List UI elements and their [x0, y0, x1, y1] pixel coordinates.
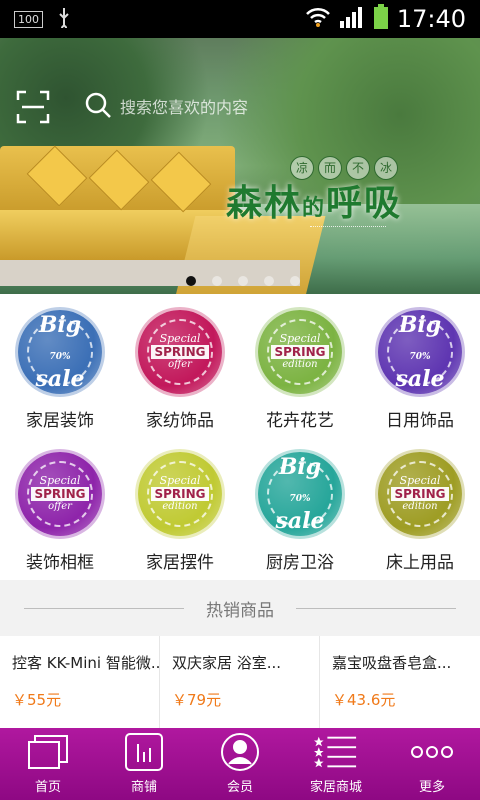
tab-more[interactable]: 更多	[384, 728, 480, 800]
category-item[interactable]: Big 70% sale 家居装饰	[0, 294, 120, 436]
category-label: 家居装饰	[26, 411, 94, 431]
tab-label: 会员	[226, 780, 253, 795]
category-label: 家居摆件	[146, 553, 214, 573]
status-clock: 17:40	[396, 5, 466, 33]
category-item[interactable]: Special SPRING edition 床上用品	[360, 436, 480, 580]
category-label: 装饰相框	[26, 553, 94, 573]
banner-slogan: 森林的呼吸	[226, 183, 403, 224]
status-bar: 100 17:40	[0, 0, 480, 38]
pager-dot[interactable]	[264, 276, 274, 286]
tab-home-mall[interactable]: 家居商城	[288, 728, 384, 800]
member-icon	[218, 732, 262, 772]
product-name: 双庆家居 浴室...	[172, 654, 282, 672]
category-item[interactable]: Big 70% sale 厨房卫浴	[240, 436, 360, 580]
tab-member[interactable]: 会员	[192, 728, 288, 800]
category-label: 厨房卫浴	[266, 553, 334, 573]
category-label: 床上用品	[386, 553, 454, 573]
category-item[interactable]: Special SPRING offer 装饰相框	[0, 436, 120, 580]
search-icon[interactable]	[84, 91, 112, 123]
category-badge-icon: Special SPRING edition	[138, 452, 222, 536]
list-icon	[314, 732, 358, 772]
category-badge-icon: Special SPRING edition	[378, 452, 462, 536]
category-badge-icon: Big 70% sale	[258, 452, 342, 536]
search-input[interactable]	[120, 97, 300, 117]
tab-home[interactable]: 首页	[0, 728, 96, 800]
product-name: 控客 KK-Mini 智能微...	[12, 654, 160, 672]
product-list: 控客 KK-Mini 智能微... ￥55元 双庆家居 浴室... ￥79元 嘉…	[0, 636, 480, 728]
more-icon	[410, 732, 454, 772]
banner-pager[interactable]	[186, 276, 300, 286]
product-card[interactable]: 控客 KK-Mini 智能微... ￥55元	[0, 636, 160, 728]
section-title: 热销商品	[206, 600, 274, 621]
usb-icon	[57, 7, 71, 31]
pager-dot[interactable]	[212, 276, 222, 286]
tab-label: 更多	[418, 780, 445, 795]
home-icon	[26, 732, 70, 772]
category-badge-icon: Special SPRING offer	[138, 310, 222, 394]
tab-label: 家居商城	[309, 780, 362, 795]
product-name: 嘉宝吸盘香皂盒...	[332, 654, 452, 672]
bottom-tab-bar: 首页 商铺 会员 家居商城 更多	[0, 728, 480, 800]
search-bar[interactable]	[84, 90, 304, 124]
pager-dot[interactable]	[238, 276, 248, 286]
battery-icon	[373, 4, 389, 34]
category-badge-icon: Special SPRING offer	[18, 452, 102, 536]
product-price: ￥55元	[12, 691, 62, 709]
category-badge-icon: Special SPRING edition	[258, 310, 342, 394]
tab-label: 商铺	[130, 780, 157, 795]
category-item[interactable]: Special SPRING edition 家居摆件	[120, 436, 240, 580]
product-price: ￥43.6元	[332, 691, 396, 709]
category-badge-icon: Big 70% sale	[18, 310, 102, 394]
tab-label: 首页	[34, 780, 61, 795]
product-card[interactable]: 嘉宝吸盘香皂盒... ￥43.6元	[320, 636, 480, 728]
shop-icon	[122, 732, 166, 772]
category-label: 花卉花艺	[266, 411, 334, 431]
promo-banner[interactable]: 凉 而 不 冰 森林的呼吸	[0, 38, 480, 294]
battery-level-badge: 100	[14, 10, 43, 28]
category-item[interactable]: Special SPRING edition 花卉花艺	[240, 294, 360, 436]
tab-shop[interactable]: 商铺	[96, 728, 192, 800]
category-item[interactable]: Big 70% sale 日用饰品	[360, 294, 480, 436]
category-badge-icon: Big 70% sale	[378, 310, 462, 394]
hot-products-header: 热销商品	[0, 580, 480, 636]
category-grid: Big 70% sale 家居装饰 Special SPRING offer 家纺饰品 Spe…	[0, 294, 480, 580]
category-label: 日用饰品	[386, 411, 454, 431]
pager-dot[interactable]	[186, 276, 196, 286]
wifi-icon	[305, 6, 331, 32]
pager-dot[interactable]	[290, 276, 300, 286]
product-price: ￥79元	[172, 691, 222, 709]
category-item[interactable]: Special SPRING offer 家纺饰品	[120, 294, 240, 436]
product-card[interactable]: 双庆家居 浴室... ￥79元	[160, 636, 320, 728]
signal-icon	[339, 5, 365, 33]
category-label: 家纺饰品	[146, 411, 214, 431]
scan-icon[interactable]	[16, 90, 50, 124]
